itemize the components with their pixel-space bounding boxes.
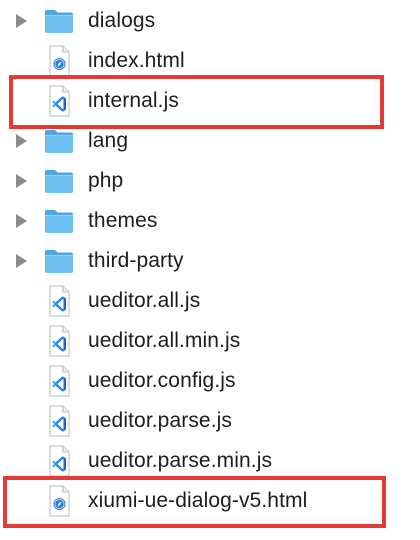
disclosure-triangle-icon[interactable] (16, 14, 27, 28)
disclosure-triangle-icon[interactable] (16, 134, 27, 148)
file-name: third-party (88, 249, 184, 272)
html-file-icon (42, 484, 76, 518)
disclosure-triangle-icon[interactable] (16, 214, 27, 228)
file-row-ueditor-config-js[interactable]: ueditor.config.js (0, 361, 420, 401)
vscode-js-file-icon (42, 444, 76, 478)
file-row-index-html[interactable]: index.html (0, 41, 420, 81)
file-row-third-party[interactable]: third-party (0, 241, 420, 281)
file-name: ueditor.config.js (88, 369, 236, 392)
file-name: ueditor.parse.js (88, 409, 233, 432)
file-name: php (88, 169, 124, 192)
vscode-js-file-icon (42, 284, 76, 318)
disclosure-triangle-icon[interactable] (16, 254, 27, 268)
folder-icon (42, 204, 76, 238)
file-row-ueditor-parse-js[interactable]: ueditor.parse.js (0, 401, 420, 441)
file-name: ueditor.all.min.js (88, 329, 241, 352)
file-name: index.html (88, 49, 185, 72)
folder-icon (42, 244, 76, 278)
file-list: dialogs index.html internal.js lang php … (0, 0, 420, 540)
folder-icon (42, 4, 76, 38)
vscode-js-file-icon (42, 324, 76, 358)
file-name: lang (88, 129, 129, 152)
file-name: ueditor.parse.min.js (88, 449, 273, 472)
file-row-ueditor-all-min-js[interactable]: ueditor.all.min.js (0, 321, 420, 361)
file-name: internal.js (88, 89, 179, 112)
file-name: xiumi-ue-dialog-v5.html (88, 489, 308, 512)
file-row-internal-js[interactable]: internal.js (0, 81, 420, 121)
file-row-php[interactable]: php (0, 161, 420, 201)
file-row-ueditor-all-js[interactable]: ueditor.all.js (0, 281, 420, 321)
file-row-xiumi-ue-dialog-v5-html[interactable]: xiumi-ue-dialog-v5.html (0, 481, 420, 521)
file-row-ueditor-parse-min-js[interactable]: ueditor.parse.min.js (0, 441, 420, 481)
vscode-js-file-icon (42, 84, 76, 118)
disclosure-triangle-icon[interactable] (16, 174, 27, 188)
vscode-js-file-icon (42, 364, 76, 398)
html-file-icon (42, 44, 76, 78)
file-name: themes (88, 209, 158, 232)
vscode-js-file-icon (42, 404, 76, 438)
file-row-lang[interactable]: lang (0, 121, 420, 161)
file-name: ueditor.all.js (88, 289, 201, 312)
file-row-dialogs[interactable]: dialogs (0, 1, 420, 41)
folder-icon (42, 124, 76, 158)
file-name: dialogs (88, 9, 156, 32)
file-row-themes[interactable]: themes (0, 201, 420, 241)
folder-icon (42, 164, 76, 198)
